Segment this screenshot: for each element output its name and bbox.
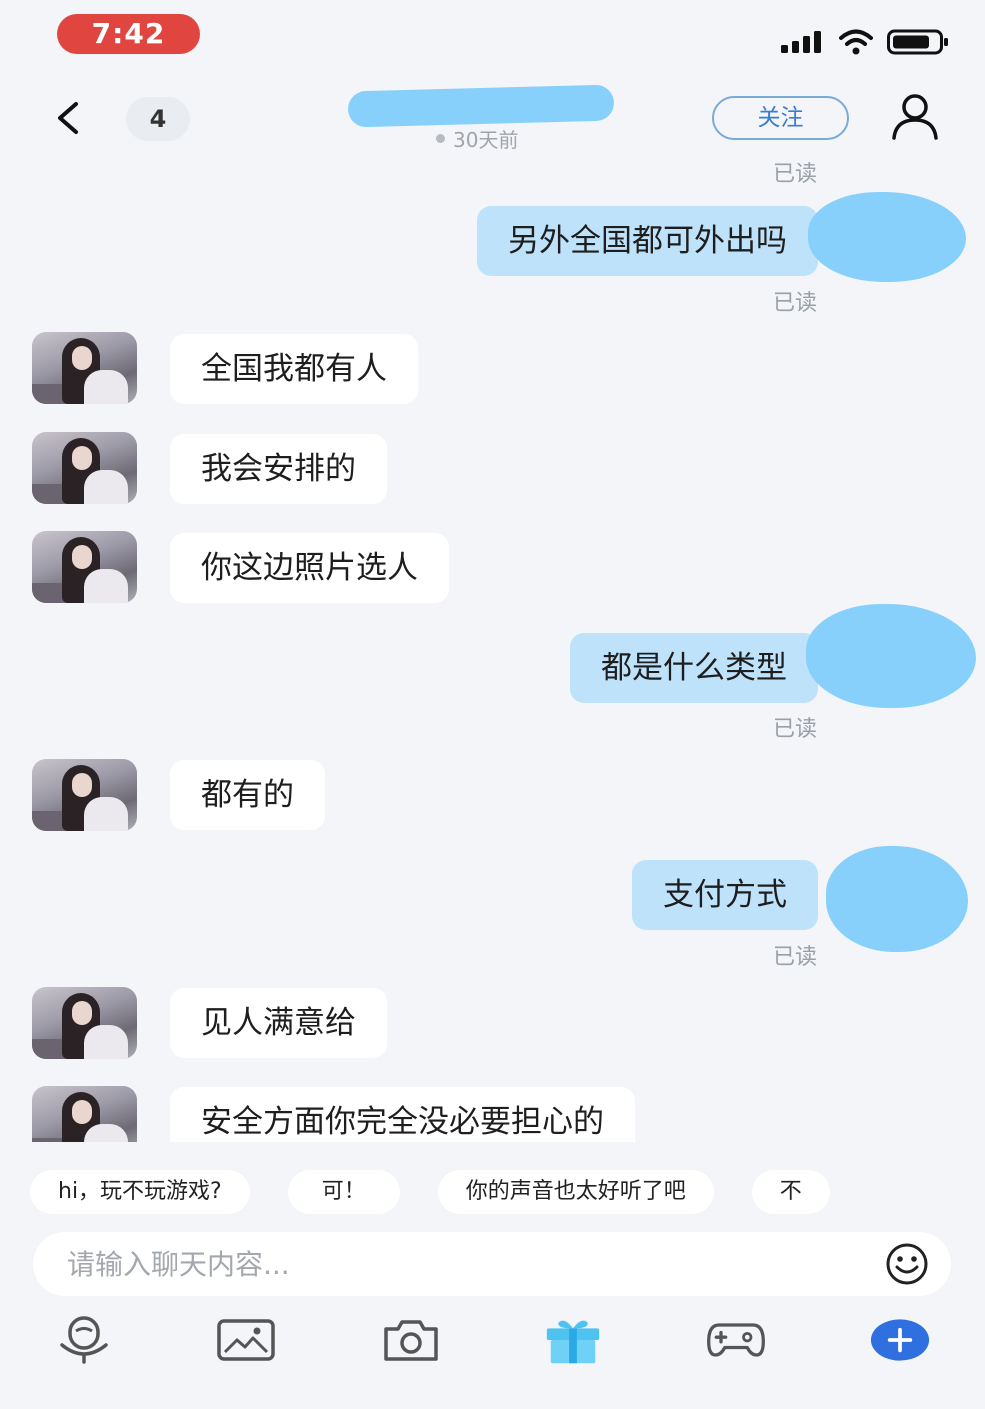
message-bubble-outgoing[interactable]: 支付方式 [632,860,818,930]
camera-icon [384,1320,438,1361]
message-bubble-incoming[interactable]: 你这边照片选人 [170,533,449,603]
plus-icon [870,1319,930,1361]
message-bubble-outgoing[interactable]: 都是什么类型 [570,633,818,703]
follow-button[interactable]: 关注 [712,96,849,140]
unread-count-badge[interactable]: 4 [126,97,190,141]
battery-icon [887,29,948,55]
contact-avatar[interactable] [32,332,137,404]
quick-reply-bar: hi，玩不玩游戏? 可！ 你的声音也太好听了吧 不 [30,1170,830,1214]
status-time: 7:42 [57,14,200,54]
read-status: 已读 [772,291,817,316]
message-input-container [33,1232,951,1296]
gift-icon [546,1320,600,1364]
camera-button[interactable] [381,1312,441,1368]
voice-icon [60,1316,108,1364]
contact-avatar[interactable] [32,432,137,504]
contact-avatar[interactable] [32,1086,137,1142]
quick-reply-chip[interactable]: 你的声音也太好听了吧 [437,1170,714,1214]
status-icons [781,24,949,60]
image-icon [217,1319,275,1361]
read-status: 已读 [772,945,817,970]
contact-avatar[interactable] [32,531,137,603]
smiley-icon [886,1243,928,1285]
message-bubble-outgoing[interactable]: 另外全国都可外出吗 [477,206,818,276]
message-clip: 安全方面你完全没必要担心的 [0,1080,985,1142]
message-bubble-incoming[interactable]: 见人满意给 [170,988,387,1058]
chevron-left-icon [58,102,78,134]
read-status: 已读 [772,717,817,742]
back-button[interactable] [44,94,94,144]
redacted-username [347,84,615,128]
message-bubble-incoming[interactable]: 我会安排的 [170,434,387,504]
message-input[interactable] [67,1232,847,1296]
presence-dot [436,134,445,143]
profile-button[interactable] [886,92,944,142]
wifi-icon [839,29,873,55]
redacted-avatar [826,846,968,952]
read-status: 已读 [772,162,817,187]
quick-reply-chip[interactable]: 可！ [287,1170,400,1214]
user-icon [892,94,938,140]
quick-reply-chip[interactable]: 不 [751,1170,830,1214]
image-button[interactable] [216,1312,276,1368]
last-seen-text: 30天前 [453,128,519,152]
gamepad-icon [707,1323,765,1357]
gift-button[interactable] [543,1312,603,1368]
last-seen: 30天前 [436,124,518,153]
redacted-avatar [808,192,966,282]
contact-avatar[interactable] [32,987,137,1059]
redacted-avatar [806,604,976,708]
game-button[interactable] [706,1312,766,1368]
more-button[interactable] [870,1312,930,1368]
message-bubble-incoming[interactable]: 都有的 [170,760,325,830]
emoji-button[interactable] [885,1242,929,1286]
signal-icon [781,31,821,53]
quick-reply-chip[interactable]: hi，玩不玩游戏? [30,1170,250,1214]
contact-avatar[interactable] [32,759,137,831]
message-bubble-incoming[interactable]: 全国我都有人 [170,334,418,404]
voice-button[interactable] [54,1312,114,1368]
message-bubble-incoming[interactable]: 安全方面你完全没必要担心的 [170,1087,635,1142]
